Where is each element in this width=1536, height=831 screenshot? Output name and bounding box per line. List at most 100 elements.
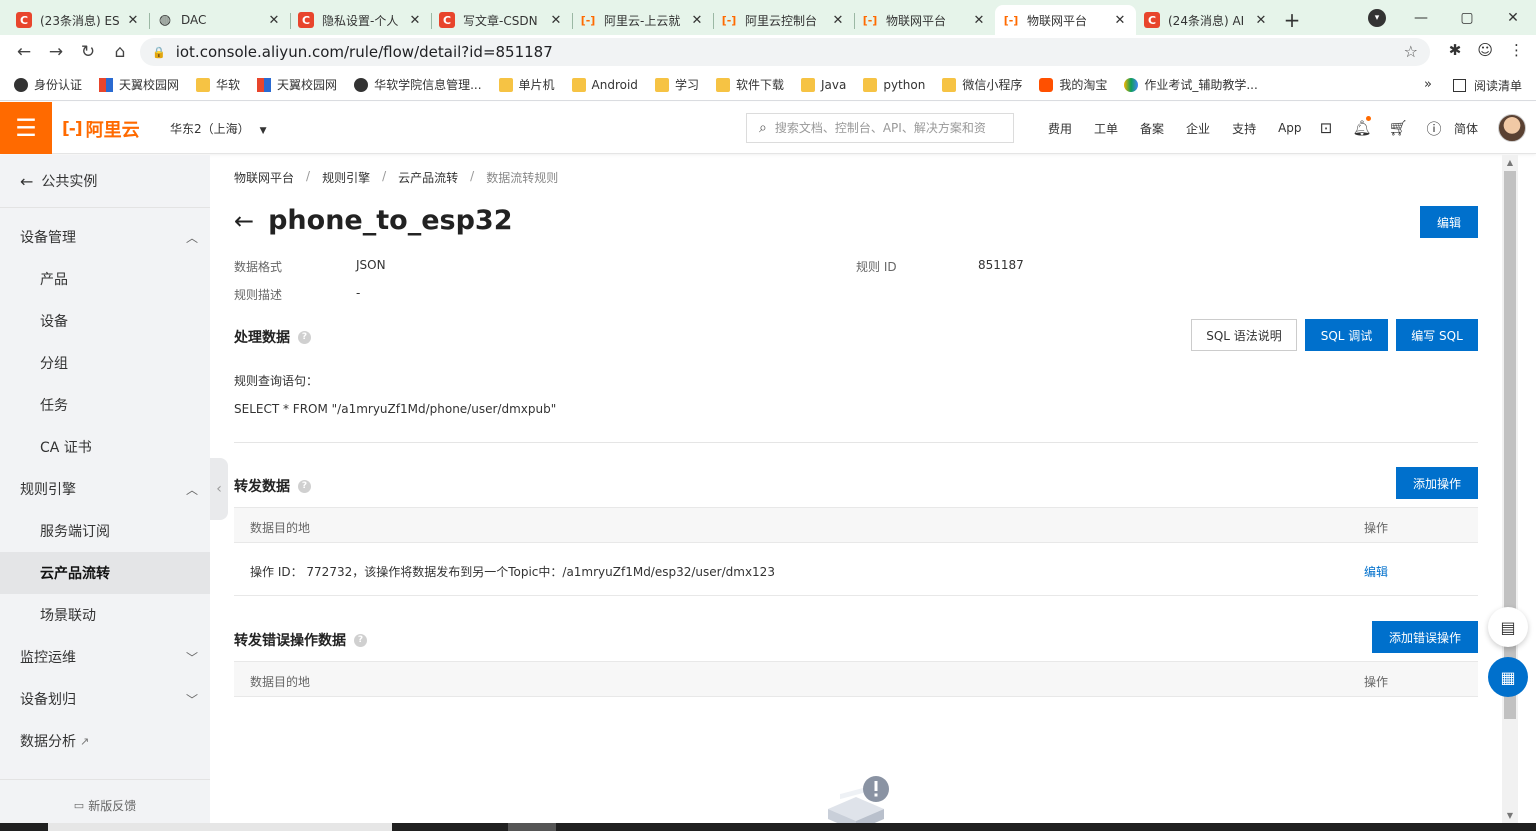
tab-close-icon[interactable]: ✕ — [830, 13, 846, 28]
maximize-icon[interactable]: ▢ — [1444, 10, 1490, 26]
browser-tab[interactable]: [-] 阿里云控制台 ✕ — [713, 5, 854, 35]
sidebar-item[interactable]: 场景联动 — [0, 594, 210, 636]
terminal-icon[interactable]: ⊡ — [1308, 119, 1344, 137]
bookmark-item[interactable]: 天翼校园网 — [99, 76, 179, 93]
address-bar[interactable]: 🔒 iot.console.aliyun.com/rule/flow/detai… — [140, 38, 1430, 66]
taskbar-item[interactable] — [48, 823, 392, 831]
browser-tab[interactable]: [-] 物联网平台 ✕ — [854, 5, 995, 35]
taskbar-item[interactable] — [508, 823, 556, 831]
tab-close-icon[interactable]: ✕ — [548, 13, 564, 28]
bookmark-item[interactable]: 学习 — [654, 76, 699, 93]
bookmark-item[interactable]: 软件下载 — [715, 76, 784, 93]
bookmarks-more-icon[interactable]: » — [1424, 77, 1432, 92]
bookmark-item[interactable]: 微信小程序 — [942, 76, 1022, 93]
help-question-icon[interactable]: ? — [298, 479, 311, 493]
puzzle-icon[interactable]: ✱ — [1449, 41, 1462, 59]
back-to-instances[interactable]: ← 公共实例 — [0, 155, 210, 208]
scroll-down-icon[interactable]: ▼ — [1502, 811, 1518, 820]
add-error-action-button[interactable]: 添加错误操作 — [1372, 621, 1478, 653]
browser-tab[interactable]: [-] 阿里云-上云就 ✕ — [572, 5, 713, 35]
forward-icon[interactable]: → — [40, 38, 72, 66]
top-link[interactable]: 企业 — [1186, 120, 1210, 137]
add-action-button[interactable]: 添加操作 — [1396, 467, 1478, 499]
sql-debug-button[interactable]: SQL 调试 — [1305, 319, 1388, 351]
tab-close-icon[interactable]: ✕ — [407, 13, 423, 28]
scroll-up-icon[interactable]: ▲ — [1502, 158, 1518, 167]
reading-list-button[interactable]: 阅读清单 — [1452, 77, 1522, 94]
reload-icon[interactable]: ↻ — [72, 38, 104, 66]
top-link[interactable]: 支持 — [1232, 120, 1256, 137]
breadcrumb-item[interactable]: 物联网平台 — [234, 169, 294, 186]
sidebar-item[interactable]: 产品 — [0, 258, 210, 300]
tab-close-icon[interactable]: ✕ — [971, 13, 987, 28]
tab-search-icon[interactable]: ▾ — [1368, 9, 1386, 27]
cart-icon[interactable]: 🛒︎ — [1380, 119, 1416, 137]
bookmark-star-icon[interactable]: ☆ — [1404, 42, 1418, 61]
sidebar-item[interactable]: 分组 — [0, 342, 210, 384]
top-link[interactable]: App — [1278, 121, 1301, 135]
bookmark-item[interactable]: 我的淘宝 — [1039, 76, 1107, 93]
sql-write-button[interactable]: 编写 SQL — [1396, 319, 1478, 351]
language-switch[interactable]: 简体 — [1454, 120, 1478, 137]
tab-close-icon[interactable]: ✕ — [689, 13, 705, 28]
top-link[interactable]: 工单 — [1094, 120, 1118, 137]
hamburger-menu-icon[interactable]: ☰ — [0, 102, 52, 154]
tab-close-icon[interactable]: ✕ — [125, 13, 141, 28]
profile-icon[interactable]: ☺ — [1477, 41, 1493, 59]
sidebar-group[interactable]: 设备划归 ﹀ — [0, 678, 210, 720]
bookmark-item[interactable]: Android — [571, 77, 638, 92]
sidebar-item[interactable]: 任务 — [0, 384, 210, 426]
new-tab-button[interactable]: + — [1277, 5, 1307, 35]
sidebar-item[interactable]: 设备 — [0, 300, 210, 342]
bookmark-item[interactable]: 单片机 — [498, 76, 555, 93]
tab-close-icon[interactable]: ✕ — [1112, 13, 1128, 28]
browser-tab[interactable]: C 隐私设置-个人 ✕ — [290, 5, 431, 35]
page-scrollbar[interactable]: ▲ ▼ — [1502, 155, 1518, 823]
sidebar-item[interactable]: 服务端订阅 — [0, 510, 210, 552]
bookmark-item[interactable]: Java — [800, 77, 846, 92]
sidebar-group[interactable]: 设备管理 ︿ — [0, 216, 210, 258]
bookmark-item[interactable]: 华软 — [196, 76, 240, 93]
home-icon[interactable]: ⌂ — [104, 38, 136, 66]
browser-tab[interactable]: C (24条消息) AI ✕ — [1136, 5, 1277, 35]
chat-float-icon[interactable]: ▤ — [1488, 607, 1528, 647]
help-question-icon[interactable]: ? — [298, 330, 311, 344]
aliyun-logo[interactable]: [-] 阿里云 — [62, 116, 140, 142]
tab-close-icon[interactable]: ✕ — [266, 13, 282, 28]
avatar[interactable] — [1498, 114, 1526, 142]
bookmark-item[interactable]: 华软学院信息管理... — [354, 76, 482, 93]
edit-action-link[interactable]: 编辑 — [1364, 563, 1388, 580]
breadcrumb-item[interactable]: 云产品流转 — [398, 169, 458, 186]
back-icon[interactable]: ← — [8, 38, 40, 66]
bookmark-item[interactable]: 天翼校园网 — [257, 76, 337, 93]
top-link[interactable]: 费用 — [1048, 120, 1072, 137]
minimize-icon[interactable]: — — [1398, 10, 1444, 26]
menu-dots-icon[interactable]: ⋮ — [1509, 41, 1524, 59]
region-selector[interactable]: 华东2（上海） ▼ — [170, 120, 267, 137]
sidebar-item[interactable]: CA 证书 — [0, 426, 210, 468]
sql-help-button[interactable]: SQL 语法说明 — [1191, 319, 1297, 351]
sidebar-group[interactable]: 监控运维 ﹀ — [0, 636, 210, 678]
search-input[interactable] — [774, 121, 995, 135]
help-question-icon[interactable]: ? — [354, 633, 367, 647]
bookmark-item[interactable]: 身份认证 — [14, 76, 82, 93]
tab-close-icon[interactable]: ✕ — [1253, 13, 1269, 28]
back-arrow-icon[interactable]: ← — [234, 207, 254, 235]
bookmark-item[interactable]: python — [863, 77, 925, 92]
sidebar-item[interactable]: 云产品流转 — [0, 552, 210, 594]
sidebar-item-data-analysis[interactable]: 数据分析 ↗ — [0, 720, 210, 762]
breadcrumb-item[interactable]: 规则引擎 — [322, 169, 370, 186]
browser-tab[interactable]: [-] 物联网平台 ✕ — [995, 5, 1136, 35]
global-search[interactable]: ⌕ — [746, 113, 1014, 143]
browser-tab[interactable]: C 写文章-CSDN ✕ — [431, 5, 572, 35]
top-link[interactable]: 备案 — [1140, 120, 1164, 137]
browser-tab[interactable]: ◍ DAC ✕ — [149, 5, 290, 35]
browser-tab[interactable]: C (23条消息) ES ✕ — [8, 5, 149, 35]
apps-float-icon[interactable]: ▦ — [1488, 657, 1528, 697]
help-icon[interactable]: ⓘ — [1416, 118, 1452, 139]
sidebar-collapse-handle[interactable]: ‹ — [210, 458, 228, 520]
bookmark-item[interactable]: 作业考试_辅助教学... — [1124, 76, 1258, 93]
bell-icon[interactable]: 🔔︎ — [1344, 116, 1380, 137]
close-window-icon[interactable]: ✕ — [1490, 10, 1536, 26]
edit-rule-button[interactable]: 编辑 — [1420, 206, 1478, 238]
